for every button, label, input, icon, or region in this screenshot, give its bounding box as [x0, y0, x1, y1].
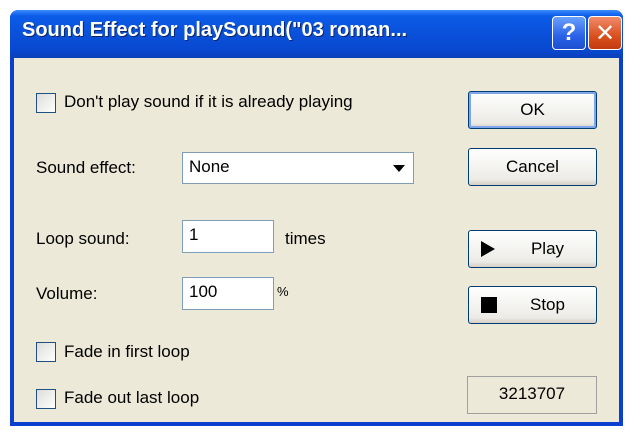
volume-label: Volume: [36, 284, 98, 303]
dont-play-if-playing-label[interactable]: Don't play sound if it is already playin… [64, 92, 353, 112]
volume-input[interactable]: 100 [182, 277, 274, 310]
loop-sound-label: Loop sound: [36, 229, 130, 248]
sound-effect-label: Sound effect: [36, 158, 136, 177]
sound-effect-dialog: Sound Effect for playSound("03 roman... … [10, 10, 623, 426]
stop-button[interactable]: Stop [468, 286, 597, 324]
cancel-button[interactable]: Cancel [468, 148, 597, 186]
help-icon: ? [561, 19, 577, 46]
title-bar[interactable]: Sound Effect for playSound("03 roman... … [10, 10, 623, 58]
window-title: Sound Effect for playSound("03 roman... [22, 19, 408, 41]
fade-out-label[interactable]: Fade out last loop [64, 388, 199, 408]
help-button[interactable]: ? [552, 16, 586, 50]
ok-button[interactable]: OK [468, 91, 597, 129]
play-button[interactable]: Play [468, 230, 597, 268]
fade-in-label[interactable]: Fade in first loop [64, 342, 190, 362]
chevron-down-icon [393, 165, 405, 172]
dont-play-if-playing-checkbox[interactable] [36, 93, 56, 113]
stop-icon [481, 297, 497, 313]
loop-unit-label: times [285, 229, 326, 248]
position-counter: 3213707 [467, 376, 597, 414]
sound-effect-selected: None [189, 157, 230, 176]
dialog-body: Don't play sound if it is already playin… [14, 58, 619, 422]
close-button[interactable]: ✕ [588, 16, 622, 50]
close-icon: ✕ [594, 19, 616, 47]
stop-label: Stop [530, 295, 565, 314]
volume-unit-label: % [277, 284, 289, 299]
play-label: Play [530, 239, 565, 258]
fade-in-checkbox[interactable] [36, 342, 56, 362]
play-icon [481, 241, 495, 257]
fade-out-checkbox[interactable] [36, 389, 56, 409]
sound-effect-dropdown[interactable]: None [182, 152, 414, 184]
loop-count-input[interactable]: 1 [182, 220, 274, 253]
